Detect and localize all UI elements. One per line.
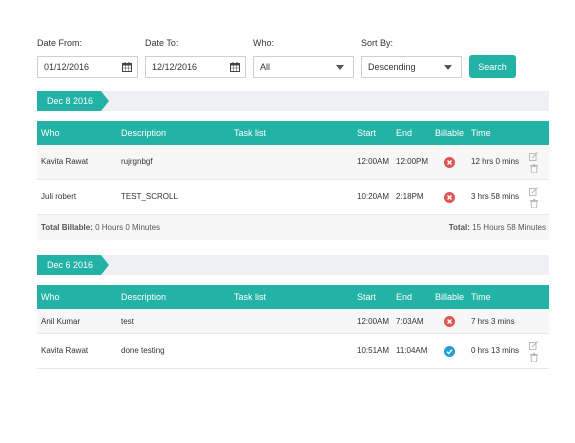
col-who: Who (41, 292, 60, 302)
total-billable-label: Total Billable: (41, 223, 93, 232)
chevron-down-icon (336, 65, 344, 70)
table-row[interactable]: Juli robert TEST_SCROLL 10:20AM 2:18PM 3… (37, 180, 549, 215)
cell-start: 12:00AM (357, 157, 390, 166)
col-task-list: Task list (234, 292, 267, 302)
chevron-down-icon (444, 65, 452, 70)
calendar-icon[interactable] (122, 62, 132, 72)
date-from-label: Date From: (37, 38, 83, 48)
cell-time: 0 hrs 13 mins (471, 346, 520, 355)
sort-by-label: Sort By: (361, 38, 394, 48)
date-band: Dec 6 2016 (37, 255, 549, 275)
col-time: Time (471, 292, 491, 302)
cell-end: 2:18PM (396, 192, 424, 201)
not-billable-icon (444, 192, 455, 203)
date-from-value: 01/12/2016 (44, 62, 90, 72)
cell-who: Kavita Rawat (41, 157, 89, 166)
billable-check-icon (444, 346, 455, 357)
date-tag: Dec 8 2016 (37, 91, 109, 111)
col-start: Start (357, 292, 377, 302)
cell-who: Kavita Rawat (41, 346, 89, 355)
col-description: Description (121, 128, 167, 138)
table-header: Who Description Task list Start End Bill… (37, 121, 549, 145)
cell-description: TEST_SCROLL (121, 192, 178, 201)
date-tag: Dec 6 2016 (37, 255, 109, 275)
date-band: Dec 8 2016 (37, 91, 549, 111)
date-from-input[interactable]: 01/12/2016 (37, 56, 138, 78)
cell-description: done testing (121, 346, 165, 355)
cell-description: test (121, 317, 134, 326)
sort-by-select[interactable]: Descending (361, 56, 462, 78)
date-group: Dec 8 2016 Who Description Task list Sta… (37, 91, 549, 240)
not-billable-icon (444, 157, 455, 168)
date-group: Dec 6 2016 Who Description Task list Sta… (37, 255, 549, 369)
col-start: Start (357, 128, 377, 138)
total-billable: Total Billable: 0 Hours 0 Minutes (41, 223, 160, 232)
edit-icon[interactable] (529, 187, 538, 196)
cell-time: 12 hrs 0 mins (471, 157, 520, 166)
date-to-input[interactable]: 12/12/2016 (145, 56, 246, 78)
table-row[interactable]: Anil Kumar test 12:00AM 7:03AM 7 hrs 3 m… (37, 309, 549, 334)
col-end: End (396, 292, 413, 302)
cell-who: Anil Kumar (41, 317, 81, 326)
trash-icon[interactable] (530, 164, 538, 173)
total-billable-value: 0 Hours 0 Minutes (95, 223, 161, 232)
date-to-value: 12/12/2016 (152, 62, 198, 72)
date-to-label: Date To: (145, 38, 179, 48)
table-row[interactable]: Kavita Rawat done testing 10:51AM 11:04A… (37, 334, 549, 369)
col-who: Who (41, 128, 60, 138)
col-billable: Billable (435, 128, 465, 138)
col-billable: Billable (435, 292, 465, 302)
trash-icon[interactable] (530, 353, 538, 362)
not-billable-icon (444, 316, 455, 327)
who-select[interactable]: All (253, 56, 354, 78)
cell-description: rujrgnbgf (121, 157, 153, 166)
edit-icon[interactable] (529, 341, 538, 350)
col-description: Description (121, 292, 167, 302)
col-task-list: Task list (234, 128, 267, 138)
trash-icon[interactable] (530, 199, 538, 208)
sort-by-value: Descending (368, 62, 416, 72)
total-value: 15 Hours 58 Minutes (472, 223, 546, 232)
cell-start: 10:20AM (357, 192, 390, 201)
edit-icon[interactable] (529, 152, 538, 161)
table-row[interactable]: Kavita Rawat rujrgnbgf 12:00AM 12:00PM 1… (37, 145, 549, 180)
cell-end: 7:03AM (396, 317, 424, 326)
cell-start: 10:51AM (357, 346, 390, 355)
calendar-icon[interactable] (230, 62, 240, 72)
search-button[interactable]: Search (469, 55, 516, 78)
who-value: All (260, 62, 271, 72)
cell-time: 3 hrs 58 mins (471, 192, 520, 201)
totals-row: Total Billable: 0 Hours 0 Minutes Total:… (37, 215, 549, 240)
col-end: End (396, 128, 413, 138)
who-label: Who: (253, 38, 275, 48)
cell-start: 12:00AM (357, 317, 390, 326)
total-label: Total: (448, 223, 470, 232)
cell-end: 11:04AM (396, 346, 428, 355)
cell-time: 7 hrs 3 mins (471, 317, 515, 326)
total-time: Total: 15 Hours 58 Minutes (449, 223, 546, 232)
cell-who: Juli robert (41, 192, 77, 201)
cell-end: 12:00PM (396, 157, 429, 166)
col-time: Time (471, 128, 491, 138)
table-header: Who Description Task list Start End Bill… (37, 285, 549, 309)
